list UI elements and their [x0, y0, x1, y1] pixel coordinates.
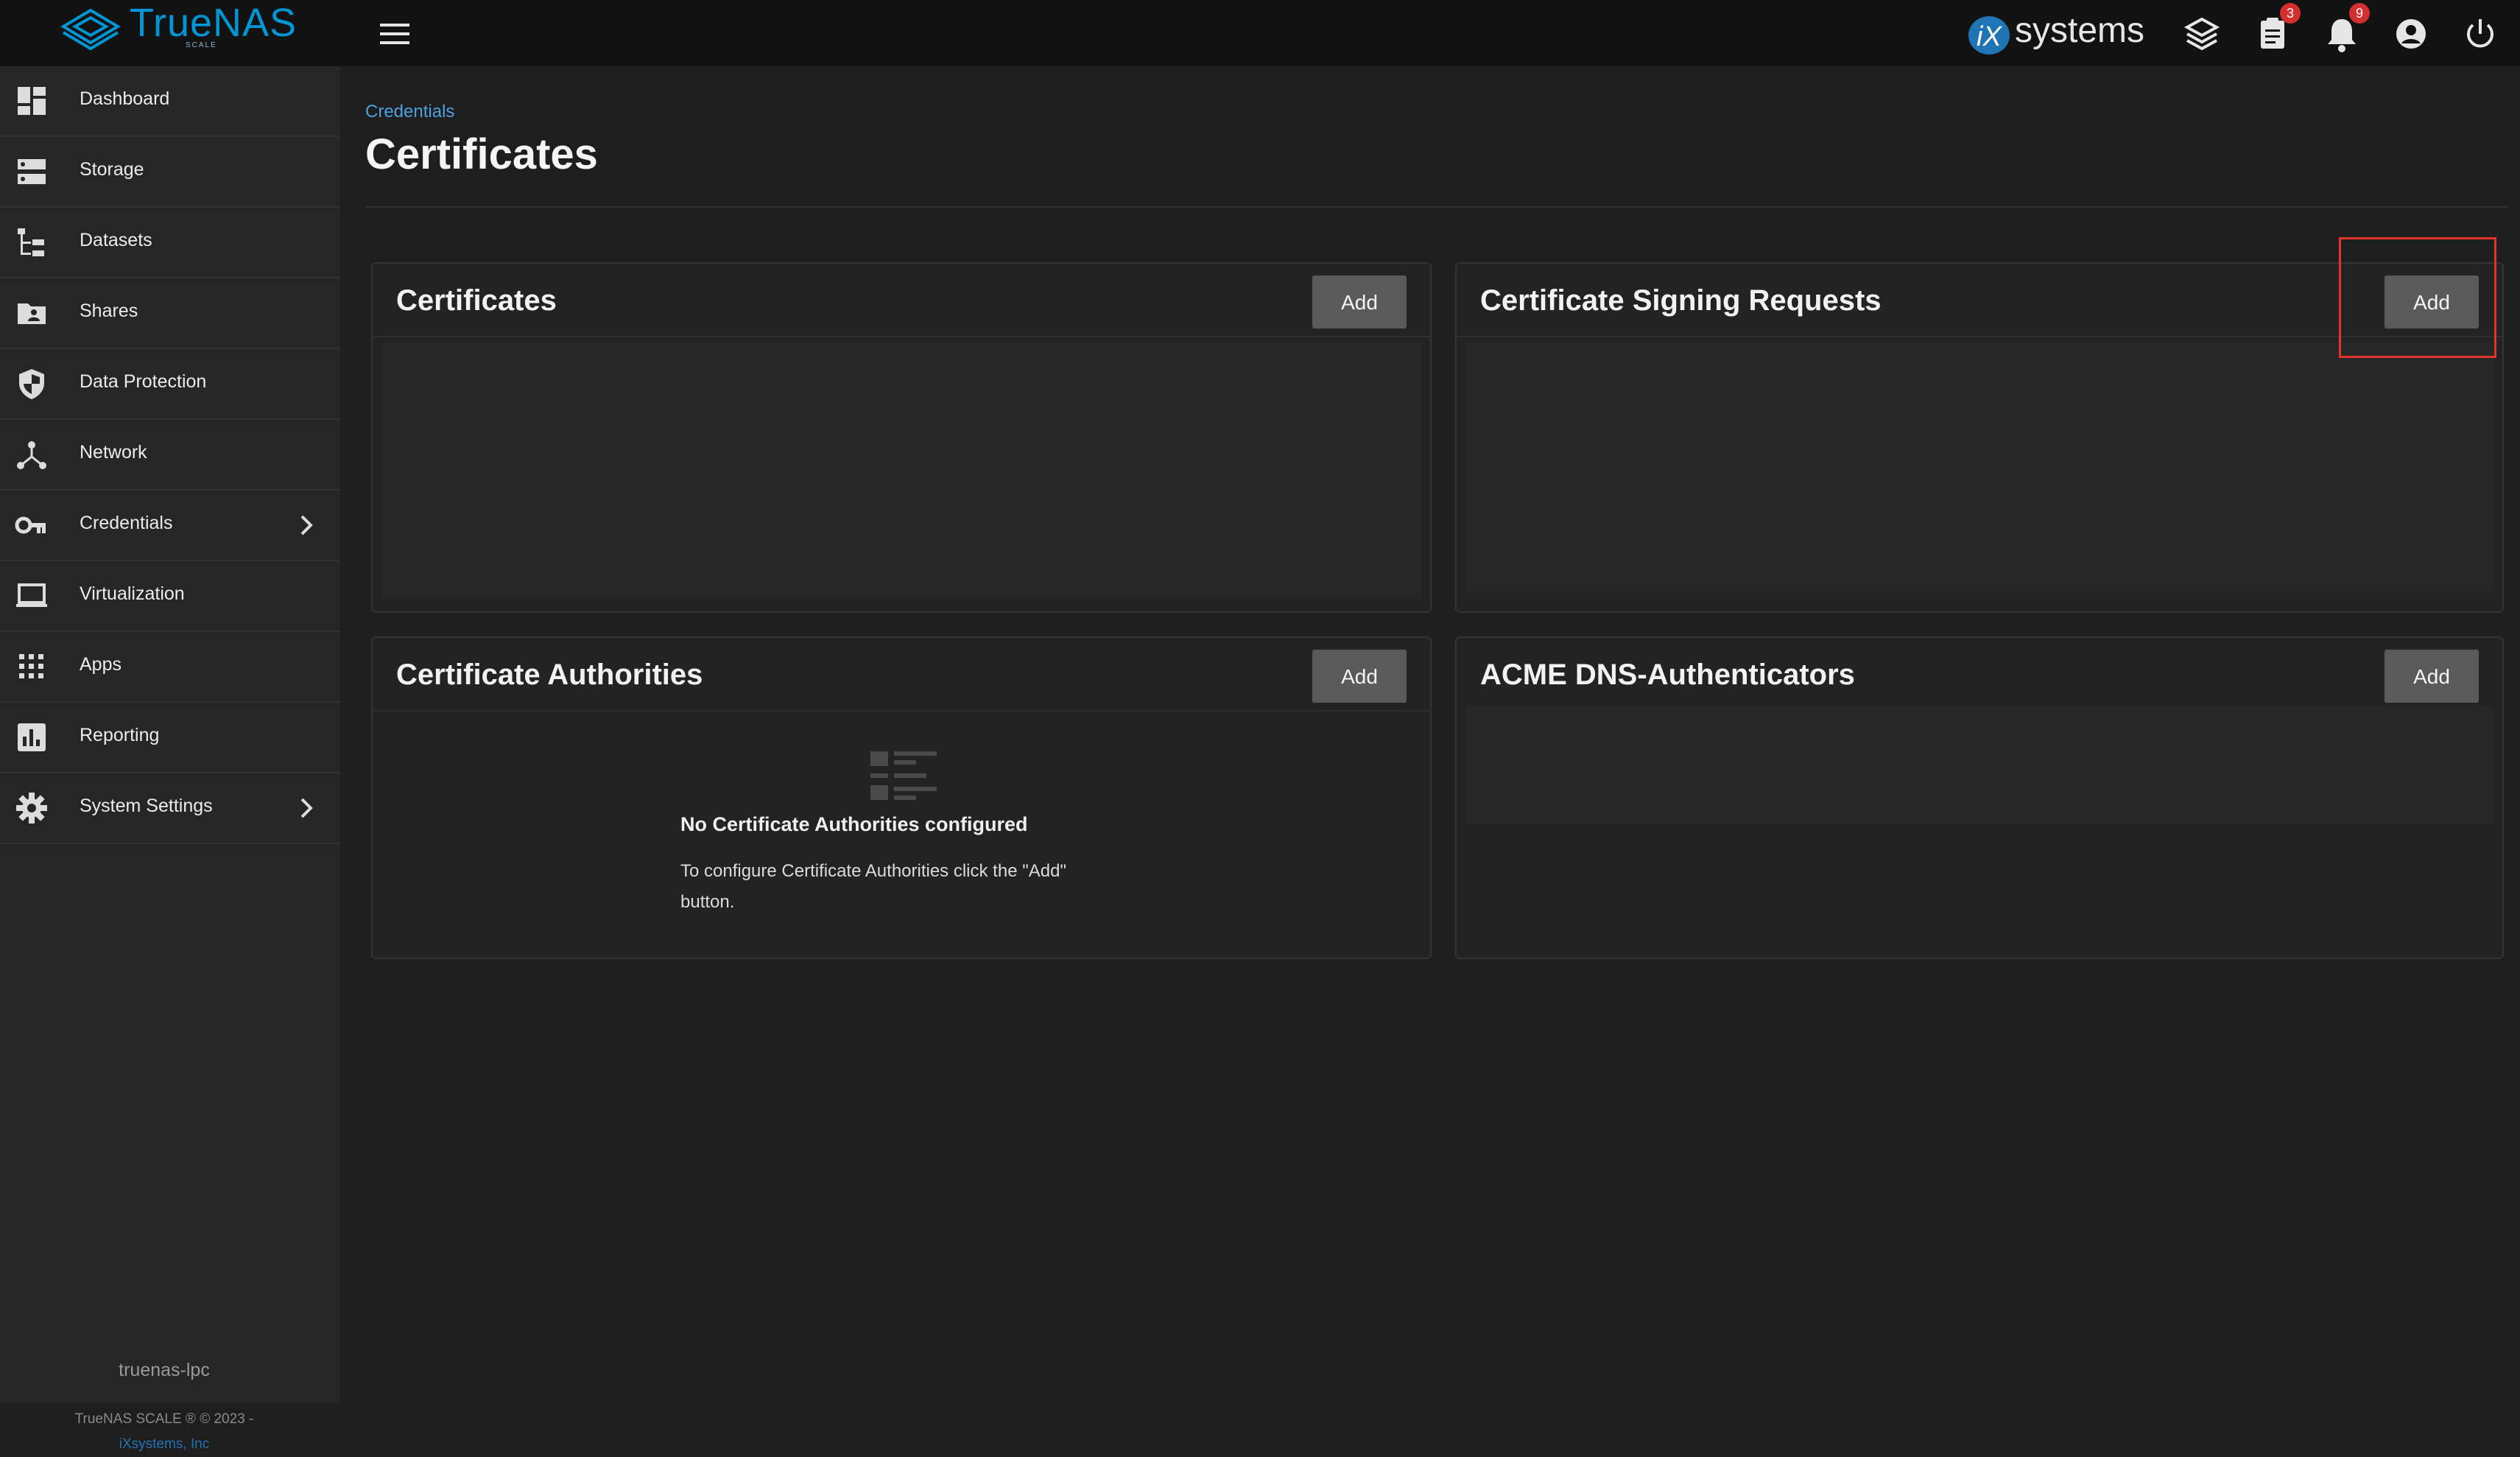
logo-text: TrueNAS [130, 1, 298, 45]
sidebar-item-dashboard[interactable]: Dashboard [0, 66, 340, 137]
jobs-button[interactable]: 3 [2250, 3, 2301, 56]
add-certificate-button[interactable]: Add [1312, 275, 1407, 329]
add-acme-dns-authenticator-button[interactable]: Add [2385, 650, 2479, 703]
account-icon [2396, 19, 2426, 49]
ixsystems-logo-text: systems [2015, 11, 2145, 50]
power-button[interactable] [2458, 12, 2502, 56]
sidebar-item-virtualization[interactable]: Virtualization [0, 561, 340, 632]
sidebar-item-credentials[interactable]: Credentials [0, 491, 340, 561]
title-divider [365, 206, 2508, 208]
sidebar-item-data-protection[interactable]: Data Protection [0, 349, 340, 420]
logo-subtext: SCALE [186, 41, 217, 49]
dashboard-icon [18, 87, 46, 115]
card-header: Certificates Add [373, 264, 1430, 337]
datasets-icon [18, 228, 44, 256]
truenas-logo[interactable]: TrueNAS SCALE [0, 0, 296, 66]
reporting-icon [18, 723, 46, 751]
sidebar-item-label: Storage [80, 159, 144, 180]
ix-mark-icon: iX [1968, 16, 2010, 55]
network-icon [17, 441, 46, 469]
shares-icon [18, 303, 46, 324]
sidebar-item-datasets[interactable]: Datasets [0, 208, 340, 278]
breadcrumb[interactable]: Credentials [365, 102, 454, 122]
ixsystems-logo[interactable]: iX systems [1965, 7, 2144, 59]
sidebar-item-network[interactable]: Network [0, 420, 340, 491]
empty-list-icon [870, 751, 937, 800]
sidebar-item-label: Credentials [80, 513, 173, 533]
card-header: ACME DNS-Authenticators Add [1457, 638, 2502, 712]
storage-icon [18, 159, 46, 184]
sidebar-item-shares[interactable]: Shares [0, 278, 340, 349]
copyright: TrueNAS SCALE ® © 2023 - iXsystems, Inc [0, 1407, 328, 1457]
chevron-right-icon [300, 515, 313, 536]
account-button[interactable] [2389, 12, 2433, 56]
csr-card: Certificate Signing Requests Add [1455, 262, 2504, 613]
certificates-card: Certificates Add [371, 262, 1432, 613]
add-certificate-authority-button[interactable]: Add [1312, 650, 1407, 703]
sidebar-item-label: Network [80, 442, 147, 463]
certificates-table [381, 342, 1421, 600]
sidebar-item-label: Virtualization [80, 583, 185, 604]
card-header: Certificate Authorities Add [373, 638, 1430, 712]
laptop-icon [16, 583, 47, 607]
sidebar-item-label: Data Protection [80, 371, 207, 392]
acme-table [1465, 706, 2493, 824]
key-icon [15, 516, 46, 534]
truecommand-button[interactable] [2180, 12, 2224, 56]
notifications-button[interactable]: 9 [2320, 3, 2370, 56]
top-bar: TrueNAS SCALE iX systems 3 9 [0, 0, 2520, 66]
card-title: Certificate Signing Requests [1480, 284, 1882, 317]
notifications-badge: 9 [2349, 3, 2370, 24]
ix-mark-text: iX [1977, 21, 2002, 52]
shield-icon [19, 369, 44, 399]
power-icon [2467, 19, 2493, 48]
sidebar-item-system-settings[interactable]: System Settings [0, 773, 340, 844]
card-title: Certificates [396, 284, 557, 317]
jobs-badge: 3 [2280, 3, 2301, 24]
chevron-right-icon [300, 798, 313, 818]
sidebar-item-apps[interactable]: Apps [0, 632, 340, 703]
sidebar-item-label: Apps [80, 654, 122, 675]
hamburger-menu-icon[interactable] [374, 18, 415, 50]
card-title: ACME DNS-Authenticators [1480, 659, 1855, 691]
csr-table [1465, 342, 2493, 592]
copyright-text: TrueNAS SCALE ® © 2023 - [74, 1411, 254, 1427]
truenas-logo-icon [60, 8, 121, 51]
empty-state-text: To configure Certificate Authorities cli… [680, 861, 1066, 912]
card-header: Certificate Signing Requests Add [1457, 264, 2502, 337]
gear-icon [16, 793, 47, 824]
truecommand-icon [2183, 17, 2220, 51]
sidebar-item-label: Shares [80, 301, 138, 321]
sidebar-item-label: Reporting [80, 725, 160, 745]
acme-dns-authenticators-card: ACME DNS-Authenticators Add [1455, 636, 2504, 959]
sidebar-item-label: Datasets [80, 230, 152, 250]
add-csr-button[interactable]: Add [2385, 275, 2479, 329]
page-title: Certificates [365, 130, 598, 178]
sidebar-item-storage[interactable]: Storage [0, 137, 340, 208]
card-title: Certificate Authorities [396, 659, 703, 691]
sidebar-item-label: Dashboard [80, 88, 170, 109]
sidebar: Dashboard Storage Datasets Shares Data P… [0, 66, 340, 1452]
hostname: truenas-lpc [119, 1360, 210, 1380]
company-link[interactable]: iXsystems, Inc [0, 1432, 328, 1457]
empty-state-title: No Certificate Authorities configured [680, 813, 1028, 835]
apps-grid-icon [19, 654, 43, 678]
sidebar-item-reporting[interactable]: Reporting [0, 703, 340, 773]
sidebar-item-label: System Settings [80, 796, 213, 816]
